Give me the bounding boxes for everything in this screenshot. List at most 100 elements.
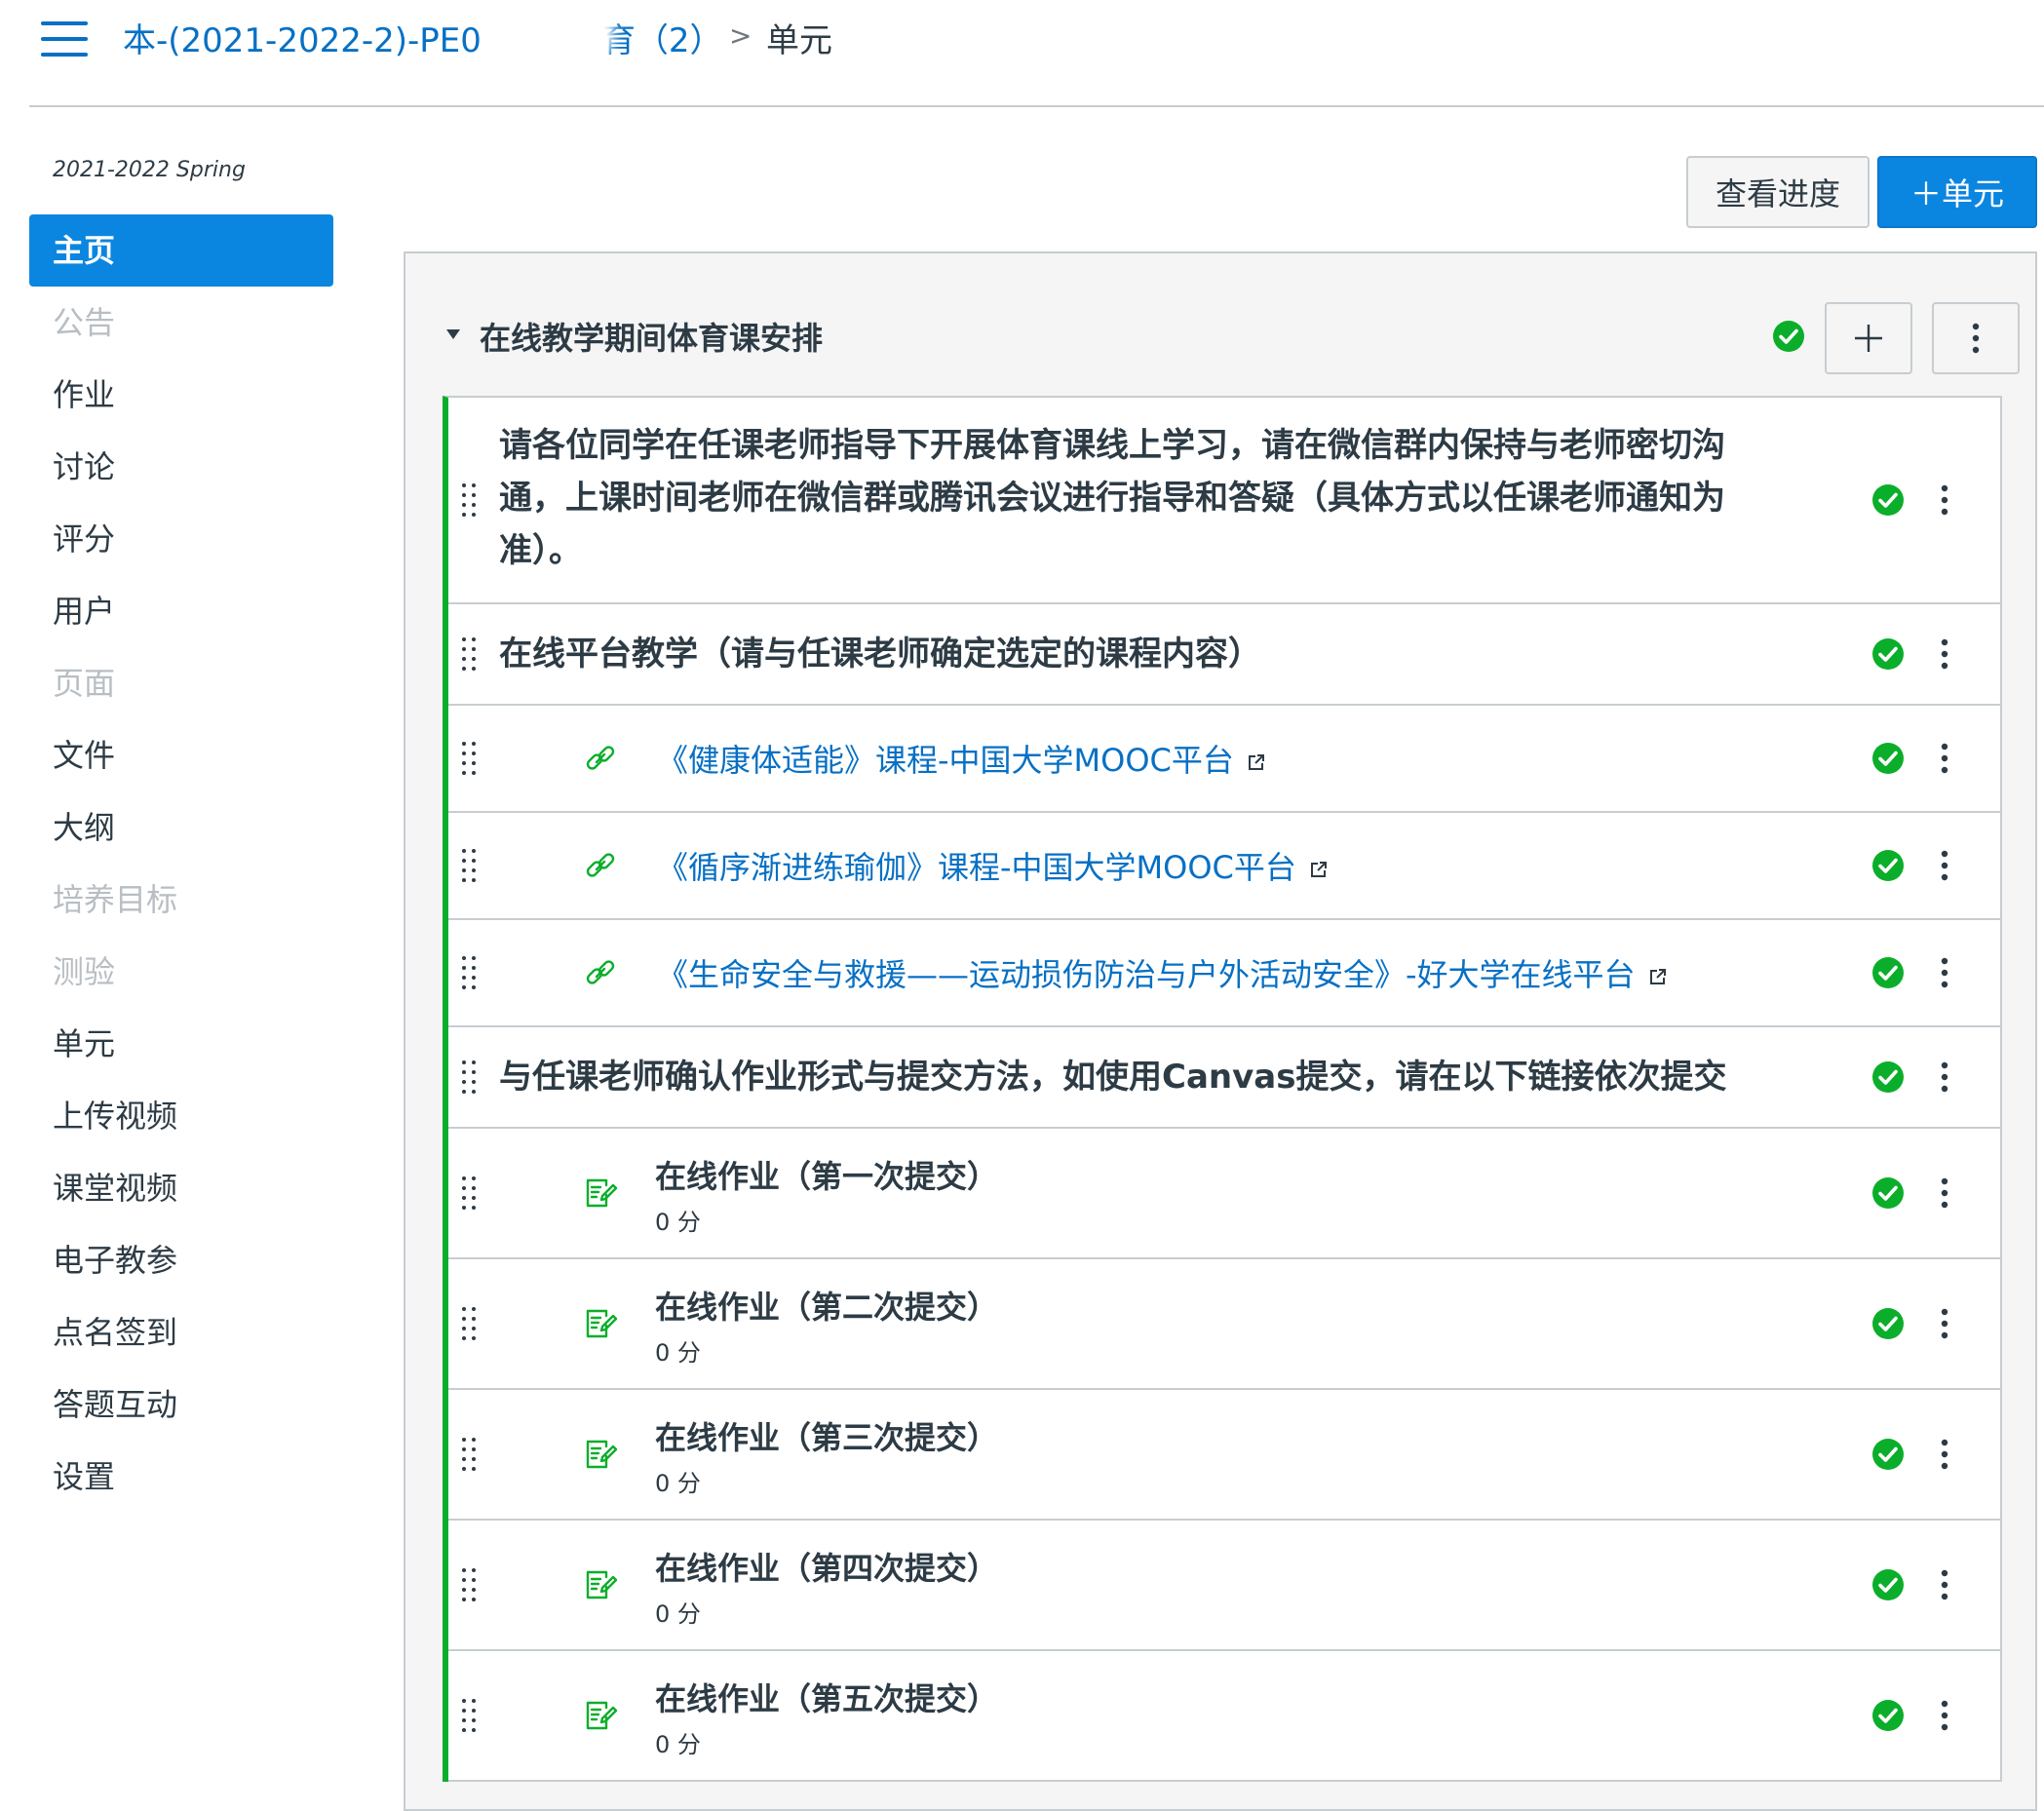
kebab-icon[interactable] — [1930, 1565, 1959, 1604]
sidebar-item[interactable]: 课堂视频 — [29, 1152, 333, 1224]
link-icon — [586, 960, 615, 984]
link-icon — [586, 746, 615, 770]
module-external-link: 《循序渐进练瑜伽》课程-中国大学MOOC平台 — [448, 813, 2000, 920]
kebab-icon[interactable] — [1930, 1435, 1959, 1474]
module-text-header: 请各位同学在任课老师指导下开展体育课线上学习，请在微信群内保持与老师密切沟 通，上… — [448, 398, 2000, 604]
kebab-icon[interactable] — [1930, 846, 1959, 885]
kebab-icon[interactable] — [1930, 481, 1959, 520]
text-header-title: 请各位同学在任课老师指导下开展体育课线上学习，请在微信群内保持与老师密切沟 通，上… — [499, 419, 1725, 577]
external-link-icon — [1310, 862, 1327, 877]
drag-handle-icon[interactable] — [462, 637, 478, 671]
sidebar-item[interactable]: 讨论 — [29, 431, 333, 503]
check-circle-icon[interactable] — [1871, 742, 1905, 775]
kebab-icon[interactable] — [1930, 1058, 1959, 1097]
check-circle-icon[interactable] — [1772, 320, 1805, 353]
sidebar-item[interactable]: 大纲 — [29, 791, 333, 864]
check-circle-icon[interactable] — [1871, 1568, 1905, 1601]
check-circle-icon[interactable] — [1871, 1438, 1905, 1471]
module-assignment: 在线作业（第二次提交） 0 分 — [448, 1259, 2000, 1390]
sidebar-item[interactable]: 电子教参 — [29, 1224, 333, 1296]
kebab-icon[interactable] — [1930, 1174, 1959, 1213]
sidebar-item[interactable]: 上传视频 — [29, 1080, 333, 1152]
check-circle-icon[interactable] — [1871, 1176, 1905, 1210]
redaction-blur — [497, 4, 604, 60]
breadcrumb-course-link[interactable]: 本-(2021-2022-2)-PE0 体育（2） — [123, 14, 723, 61]
add-item-button[interactable] — [1825, 302, 1912, 374]
check-circle-icon[interactable] — [1871, 1307, 1905, 1340]
check-circle-icon[interactable] — [1871, 956, 1905, 989]
drag-handle-icon[interactable] — [462, 742, 478, 775]
module-options-button[interactable] — [1932, 302, 2020, 374]
sidebar-item[interactable]: 用户 — [29, 575, 333, 647]
assignment-title[interactable]: 在线作业（第五次提交） — [655, 1675, 998, 1719]
external-link-label[interactable]: 《循序渐进练瑜伽》课程-中国大学MOOC平台 — [657, 849, 1296, 886]
module-external-link: 《健康体适能》课程-中国大学MOOC平台 — [448, 706, 2000, 813]
drag-handle-icon[interactable] — [462, 1307, 478, 1340]
breadcrumb-separator: > — [729, 19, 752, 52]
check-circle-icon[interactable] — [1871, 1699, 1905, 1732]
drag-handle-icon[interactable] — [462, 1176, 478, 1210]
assignment-points: 0 分 — [655, 1339, 701, 1367]
sidebar-item[interactable]: 文件 — [29, 719, 333, 791]
drag-handle-icon[interactable] — [462, 1568, 478, 1601]
assignment-points: 0 分 — [655, 1470, 701, 1497]
kebab-icon[interactable] — [1930, 739, 1959, 778]
drag-handle-icon[interactable] — [462, 849, 478, 882]
module-assignment: 在线作业（第一次提交） 0 分 — [448, 1129, 2000, 1259]
kebab-icon[interactable] — [1930, 635, 1959, 674]
module-assignment: 在线作业（第三次提交） 0 分 — [448, 1390, 2000, 1521]
drag-handle-icon[interactable] — [462, 956, 478, 989]
sidebar-item[interactable]: 答题互动 — [29, 1368, 333, 1441]
external-link-icon — [1248, 754, 1264, 770]
external-link[interactable]: 《生命安全与救援——运动损伤防治与户外活动安全》-好大学在线平台 — [657, 950, 1667, 995]
assignment-icon — [586, 1178, 618, 1208]
text-header-line: 请各位同学在任课老师指导下开展体育课线上学习，请在微信群内保持与老师密切沟 — [499, 426, 1725, 465]
view-progress-button[interactable]: 查看进度 — [1686, 156, 1870, 228]
assignment-points: 0 分 — [655, 1209, 701, 1236]
text-header-line: 在线平台教学（请与任课老师确定选定的课程内容） — [499, 635, 1261, 674]
sidebar-item[interactable]: 单元 — [29, 1008, 333, 1080]
check-circle-icon[interactable] — [1871, 637, 1905, 671]
check-circle-icon[interactable] — [1871, 849, 1905, 882]
kebab-icon[interactable] — [1930, 1696, 1959, 1735]
module-external-link: 《生命安全与救援——运动损伤防治与户外活动安全》-好大学在线平台 — [448, 920, 2000, 1027]
module-header: 在线教学期间体育课安排 — [405, 253, 2035, 396]
external-link[interactable]: 《健康体适能》课程-中国大学MOOC平台 — [657, 736, 1265, 781]
text-header-line: 准）。 — [499, 531, 582, 570]
drag-handle-icon[interactable] — [462, 483, 478, 517]
sidebar-item[interactable]: 设置 — [29, 1441, 333, 1513]
sidebar-item[interactable]: 评分 — [29, 503, 333, 575]
kebab-icon[interactable] — [1930, 1304, 1959, 1343]
sidebar-item[interactable]: 主页 — [29, 214, 333, 287]
header-divider — [29, 105, 2044, 107]
hamburger-menu-icon[interactable] — [41, 21, 90, 57]
sidebar-item: 培养目标 — [53, 881, 178, 918]
drag-handle-icon[interactable] — [462, 1699, 478, 1732]
module-assignment: 在线作业（第四次提交） 0 分 — [448, 1521, 2000, 1651]
kebab-icon[interactable] — [1930, 953, 1959, 992]
assignment-title[interactable]: 在线作业（第三次提交） — [655, 1413, 998, 1458]
sidebar-item[interactable]: 点名签到 — [29, 1296, 333, 1368]
sidebar-item: 测验 — [53, 953, 116, 990]
external-link-label[interactable]: 《健康体适能》课程-中国大学MOOC平台 — [657, 742, 1234, 779]
add-module-button[interactable]: ＋单元 — [1877, 156, 2037, 228]
assignment-icon — [586, 1440, 618, 1469]
term-label: 2021-2022 Spring — [53, 158, 246, 182]
external-link[interactable]: 《循序渐进练瑜伽》课程-中国大学MOOC平台 — [657, 843, 1328, 888]
assignment-icon — [586, 1701, 618, 1730]
breadcrumb-course-code[interactable]: 本-(2021-2022-2)-PE0 — [123, 21, 482, 60]
assignment-title[interactable]: 在线作业（第二次提交） — [655, 1283, 998, 1328]
external-link-label[interactable]: 《生命安全与救援——运动损伤防治与户外活动安全》-好大学在线平台 — [657, 956, 1636, 993]
drag-handle-icon[interactable] — [462, 1438, 478, 1471]
drag-handle-icon[interactable] — [462, 1060, 478, 1094]
assignment-icon — [586, 1570, 618, 1599]
collapse-arrow-icon[interactable] — [446, 329, 460, 339]
assignment-title[interactable]: 在线作业（第一次提交） — [655, 1152, 998, 1197]
check-circle-icon[interactable] — [1871, 483, 1905, 517]
sidebar-item[interactable]: 作业 — [29, 359, 333, 431]
sidebar-item: 公告 — [53, 304, 116, 341]
assignment-title[interactable]: 在线作业（第四次提交） — [655, 1544, 998, 1589]
external-link-icon — [1649, 969, 1666, 984]
link-icon — [586, 853, 615, 877]
check-circle-icon[interactable] — [1871, 1060, 1905, 1094]
